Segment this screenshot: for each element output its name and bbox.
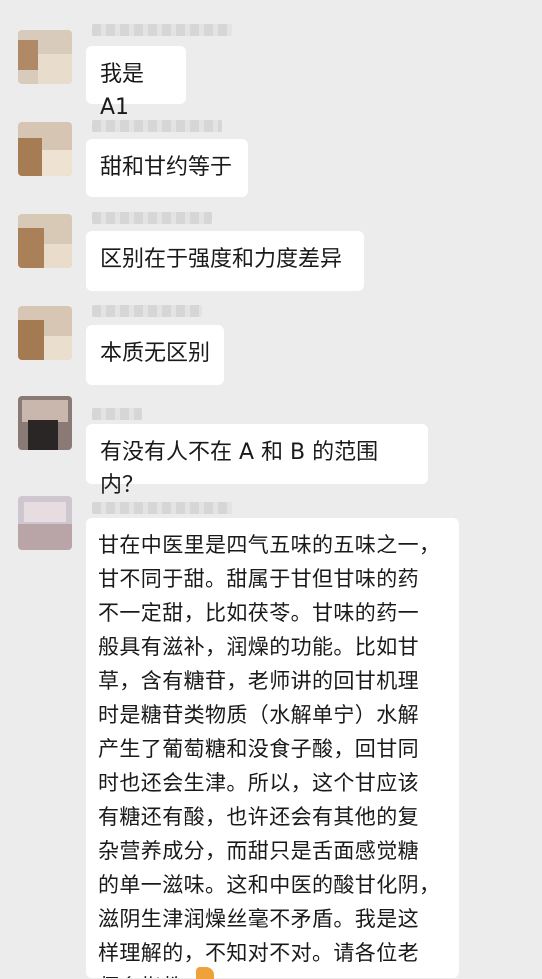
message-bubble[interactable]: 有没有人不在 A 和 B 的范围内？	[86, 424, 428, 498]
message-line: 时是糖苷类物质（水解单宁）水解	[98, 703, 419, 727]
message-line: 杂营养成分，而甜只是舌面感觉糖	[98, 839, 419, 863]
message-text: 有没有人不在 A 和 B 的范围内？	[100, 440, 379, 498]
message-line: 甘在中医里是四气五味的五味之一，	[98, 533, 441, 557]
avatar[interactable]	[18, 122, 72, 176]
message-text: 甜和甘约等于	[100, 155, 233, 180]
message-bubble[interactable]: 甘在中医里是四气五味的五味之一， 甘不同于甜。甜属于甘但甘味的药 不一定甜，比如…	[86, 518, 459, 978]
sender-name	[92, 408, 142, 420]
message-line: 的单一滋味。这和中医的酸甘化阴，	[98, 873, 441, 897]
message-line: 时也还会生津。所以，这个甘应该	[98, 771, 419, 795]
hand-emoji-icon	[196, 967, 214, 979]
message-line: 不一定甜，比如茯苓。甘味的药一	[98, 601, 419, 625]
sender-name	[92, 24, 232, 36]
message-line: 样理解的，不知对不对。请各位老	[98, 941, 419, 965]
message-text: 本质无区别	[100, 341, 211, 366]
message-line: 产生了葡萄糖和没食子酸，回甘同	[98, 737, 419, 761]
avatar[interactable]	[18, 214, 72, 268]
sender-name	[92, 212, 212, 224]
avatar[interactable]	[18, 396, 72, 450]
message-line: 有糖还有酸，也许还会有其他的复	[98, 805, 419, 829]
message-line: 草，含有糖苷，老师讲的回甘机理	[98, 669, 419, 693]
sender-name	[92, 305, 202, 317]
message-bubble[interactable]: 本质无区别	[86, 325, 224, 385]
sender-name	[92, 120, 222, 132]
message-bubble[interactable]: 区别在于强度和力度差异	[86, 231, 364, 291]
avatar[interactable]	[18, 496, 72, 550]
avatar[interactable]	[18, 30, 72, 84]
message-line: 甘不同于甜。甜属于甘但甘味的药	[98, 567, 419, 591]
message-line: 般具有滋补，润燥的功能。比如甘	[98, 635, 419, 659]
message-bubble[interactable]: 我是 A1	[86, 46, 186, 120]
message-line: 师多指教	[98, 970, 447, 978]
message-text: 区别在于强度和力度差异	[100, 247, 343, 272]
avatar[interactable]	[18, 306, 72, 360]
message-text: 我是 A1	[100, 62, 145, 120]
message-line: 滋阴生津润燥丝毫不矛盾。我是这	[98, 907, 419, 931]
sender-name	[92, 502, 232, 514]
message-bubble[interactable]: 甜和甘约等于	[86, 139, 248, 197]
